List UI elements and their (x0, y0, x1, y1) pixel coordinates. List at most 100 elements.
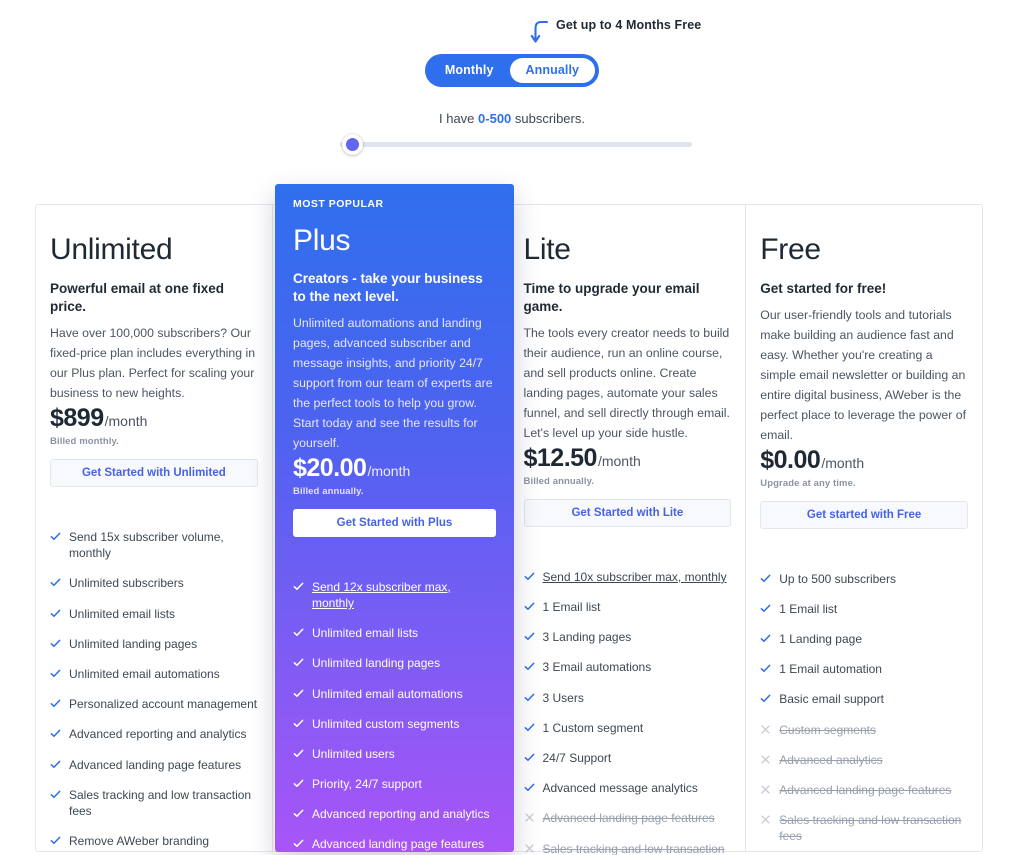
plan-card-unlimited: Unlimited Powerful email at one fixed pr… (36, 205, 273, 851)
feature-label: Advanced reporting and analytics (69, 727, 247, 742)
billing-toggle[interactable]: Monthly Annually (424, 54, 600, 87)
price-amount: $12.50 (523, 443, 598, 472)
check-icon (50, 579, 61, 587)
check-icon (293, 582, 304, 590)
check-icon (760, 634, 771, 642)
price-block: $0.00 /month Upgrade at any time. Get st… (760, 446, 968, 535)
feature-item: Remove AWeber branding (50, 826, 258, 855)
plan-description: Have over 100,000 subscribers? Our fixed… (50, 326, 256, 401)
cta-button-plus[interactable]: Get Started with Plus (293, 508, 496, 537)
check-icon (524, 663, 534, 671)
price-amount: $20.00 (293, 453, 367, 482)
check-icon (50, 532, 61, 541)
feature-label: 3 Landing pages (542, 630, 632, 645)
feature-label: Unlimited subscribers (69, 576, 184, 591)
cta-button-unlimited[interactable]: Get Started with Unlimited (50, 459, 258, 488)
feature-label: 3 Email automations (542, 660, 652, 675)
toggle-option-annually[interactable]: Annually (509, 58, 596, 83)
feature-item: Sales tracking and low transaction fees (524, 834, 732, 855)
cross-icon (524, 813, 534, 822)
feature-item: 3 Users (524, 683, 732, 713)
plan-name: Unlimited (50, 233, 173, 266)
cta-button-free[interactable]: Get started with Free (760, 500, 968, 529)
cta-button-lite[interactable]: Get Started with Lite (523, 498, 732, 527)
plan-tagline: Creators - take your business to the nex… (293, 271, 483, 305)
feature-label: Sales tracking and low transaction fees (779, 813, 962, 844)
check-icon (50, 760, 61, 768)
feature-label: Unlimited custom segments (312, 716, 460, 731)
feature-label: Advanced landing page features (312, 837, 485, 852)
feature-label: Unlimited landing pages (312, 656, 441, 671)
check-icon (760, 574, 771, 582)
plan-name: Lite (523, 233, 571, 266)
feature-item: Advanced landing page features (760, 775, 968, 805)
check-icon (50, 836, 61, 845)
price-block: $12.50 /month Billed annually. Get Start… (523, 443, 732, 533)
feature-label[interactable]: Send 12x subscriber max, monthly (312, 579, 496, 611)
feature-label: Unlimited email lists (312, 626, 419, 641)
check-icon (760, 604, 771, 612)
feature-item: Advanced landing page features (50, 750, 258, 780)
billing-toggle-container: Monthly Annually (0, 54, 1024, 87)
check-icon (293, 840, 304, 848)
feature-label: Unlimited email automations (69, 667, 220, 681)
feature-label: 1 Email list (542, 600, 601, 615)
price-amount: $899 (50, 404, 104, 433)
check-icon (50, 699, 61, 708)
cross-icon (761, 755, 770, 764)
feature-label: 24/7 Support (542, 751, 612, 765)
check-icon (524, 632, 534, 641)
check-icon (524, 783, 534, 792)
plan-name: Plus (293, 224, 351, 257)
billing-note: Billed monthly. (50, 436, 119, 448)
feature-item: Send 10x subscriber max, monthly (524, 562, 732, 592)
subscriber-label-suffix: subscribers. (511, 111, 585, 126)
feature-item: Personalized account management (50, 689, 258, 719)
subscriber-count-value: 0-500 (478, 111, 512, 126)
price-period: /month (597, 452, 641, 469)
check-icon (50, 669, 61, 678)
feature-label: 1 Email automation (779, 662, 882, 677)
feature-label: Unlimited users (312, 746, 395, 761)
feature-label: Priority, 24/7 support (312, 777, 422, 792)
feature-label[interactable]: Send 10x subscriber max, monthly (543, 569, 732, 585)
feature-item: 1 Email automation (760, 654, 968, 684)
subscriber-slider[interactable] (340, 134, 692, 156)
feature-label: Remove AWeber branding (69, 834, 210, 849)
check-icon (293, 689, 304, 697)
slider-thumb[interactable] (342, 134, 363, 155)
check-icon (293, 809, 304, 818)
feature-item: Sales tracking and low transaction fees (760, 805, 968, 851)
feature-label: 3 Users (542, 690, 584, 705)
toggle-option-monthly[interactable]: Monthly (429, 58, 510, 83)
feature-item: Unlimited custom segments (293, 709, 496, 739)
feature-label: Custom segments (779, 722, 876, 737)
cross-icon (761, 785, 770, 794)
check-icon (293, 779, 304, 788)
price-block: $20.00 /month Billed annually. Get Start… (293, 454, 496, 543)
check-icon (50, 639, 61, 647)
feature-label: Advanced message analytics (542, 781, 698, 796)
feature-item: 3 Email automations (524, 652, 732, 682)
feature-item: Up to 500 subscribers (760, 564, 968, 594)
feature-item: Advanced message analytics (524, 773, 732, 803)
feature-list: Send 12x subscriber max, monthly Unlimite… (293, 560, 496, 852)
feature-label: Up to 500 subscribers (779, 571, 896, 586)
cross-icon (761, 724, 770, 734)
price-period: /month (367, 462, 411, 479)
feature-label: Advanced landing page features (69, 757, 242, 772)
check-icon (524, 753, 534, 762)
feature-label: Basic email support (779, 692, 884, 707)
feature-item: Send 15x subscriber volume, monthly (50, 522, 258, 568)
plan-card-free: Free Get started for free! Our user-frie… (746, 205, 982, 851)
feature-label: Advanced reporting and analytics (312, 807, 490, 822)
feature-label: 1 Custom segment (542, 720, 644, 735)
plan-name: Free (760, 233, 821, 266)
slider-track[interactable] (340, 142, 692, 147)
feature-item: Advanced reporting and analytics (50, 719, 258, 749)
feature-item: Unlimited email automations (50, 659, 258, 689)
promo-annotation: Get up to 4 Months Free (530, 16, 701, 48)
feature-list: Send 15x subscriber volume, monthly Unlim… (50, 510, 258, 855)
check-icon (50, 790, 61, 798)
plan-tagline: Time to upgrade your email game. (523, 281, 700, 315)
